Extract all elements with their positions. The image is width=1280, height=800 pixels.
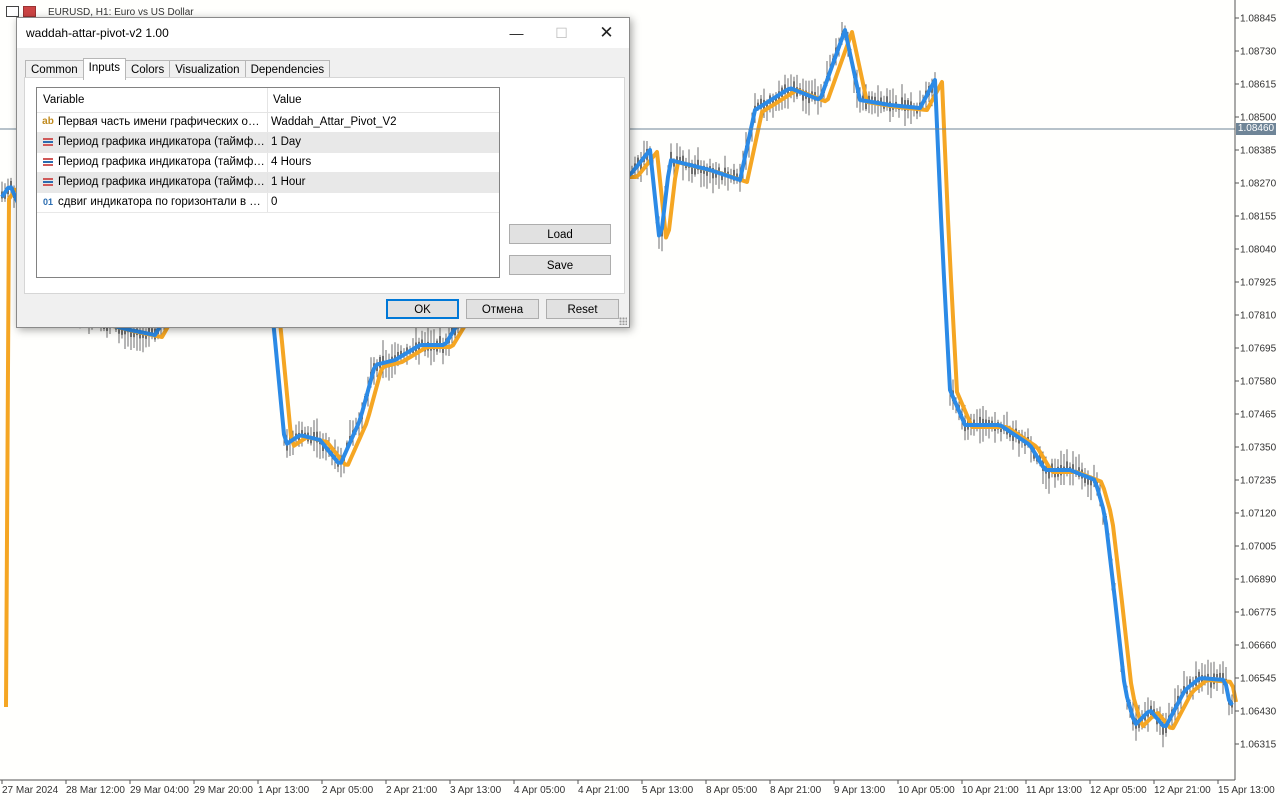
grid-header: Variable Value xyxy=(37,88,499,113)
time-label: 10 Apr 05:00 xyxy=(898,785,955,796)
maximize-icon: ☐ xyxy=(555,24,568,41)
time-label: 4 Apr 05:00 xyxy=(514,785,566,796)
input-name: Период графика индикатора (таймфр... xyxy=(58,136,265,148)
time-label: 11 Apr 13:00 xyxy=(1026,785,1082,796)
trading-icon xyxy=(23,6,36,17)
chart-window-icon xyxy=(6,6,19,17)
input-value[interactable]: 1 Hour xyxy=(271,176,306,188)
minimize-icon: — xyxy=(509,25,524,41)
candle-body xyxy=(301,430,303,434)
ok-button[interactable]: OK xyxy=(386,299,459,319)
time-label: 29 Mar 20:00 xyxy=(194,785,253,796)
time-label: 5 Apr 13:00 xyxy=(642,785,694,796)
enum-type-icon xyxy=(41,175,55,189)
price-label: 1.08615 xyxy=(1240,80,1277,91)
input-value[interactable]: 0 xyxy=(271,196,277,208)
cell-divider xyxy=(267,133,268,152)
candle-body xyxy=(871,96,873,100)
price-label: 1.07465 xyxy=(1240,410,1277,421)
price-label: 1.08270 xyxy=(1240,179,1277,190)
input-name: сдвиг индикатора по горизонтали в б... xyxy=(58,196,265,208)
time-label: 27 Mar 2024 xyxy=(2,785,59,796)
dialog-titlebar[interactable]: waddah-attar-pivot-v2 1.00 — ☐ ✕ xyxy=(17,18,629,48)
time-label: 10 Apr 21:00 xyxy=(962,785,1019,796)
inputs-panel: Variable Value ab Первая часть имени гра… xyxy=(24,77,625,294)
price-label: 1.06315 xyxy=(1240,740,1277,751)
price-label: 1.08845 xyxy=(1240,14,1277,25)
time-label: 2 Apr 21:00 xyxy=(386,785,438,796)
input-row[interactable]: Период графика индикатора (таймфр... 4 H… xyxy=(37,153,499,173)
price-label: 1.06660 xyxy=(1240,641,1277,652)
price-label: 1.07580 xyxy=(1240,377,1277,388)
inputs-grid: Variable Value ab Первая часть имени гра… xyxy=(36,87,500,278)
enum-type-icon xyxy=(41,135,55,149)
price-label: 1.07120 xyxy=(1240,509,1277,520)
dialog-title: waddah-attar-pivot-v2 1.00 xyxy=(26,26,169,40)
save-button[interactable]: Save xyxy=(509,255,611,275)
price-label: 1.06430 xyxy=(1240,707,1277,718)
price-label: 1.07350 xyxy=(1240,443,1277,454)
time-label: 9 Apr 13:00 xyxy=(834,785,886,796)
minimize-button[interactable]: — xyxy=(494,18,539,48)
input-row[interactable]: ab Первая часть имени графических объ...… xyxy=(37,113,499,133)
price-label: 1.06545 xyxy=(1240,674,1277,685)
close-icon: ✕ xyxy=(599,23,614,42)
price-label: 1.08500 xyxy=(1240,113,1277,124)
input-name: Период графика индикатора (таймфр... xyxy=(58,156,265,168)
input-value[interactable]: 1 Day xyxy=(271,136,301,148)
tab-inputs[interactable]: Inputs xyxy=(82,58,126,80)
time-label: 4 Apr 21:00 xyxy=(578,785,630,796)
price-label: 1.08730 xyxy=(1240,47,1277,58)
close-button[interactable]: ✕ xyxy=(584,18,629,48)
time-label: 8 Apr 21:00 xyxy=(770,785,822,796)
time-label: 29 Mar 04:00 xyxy=(130,785,189,796)
time-label: 15 Apr 13:00 xyxy=(1218,785,1275,796)
time-label: 28 Mar 12:00 xyxy=(66,785,125,796)
cell-divider xyxy=(267,153,268,172)
price-label: 1.06775 xyxy=(1240,608,1277,619)
maximize-button: ☐ xyxy=(539,18,584,48)
price-label: 1.08040 xyxy=(1240,245,1277,256)
column-divider[interactable] xyxy=(267,88,268,112)
input-value[interactable]: 4 Hours xyxy=(271,156,311,168)
price-label: 1.07925 xyxy=(1240,278,1277,289)
input-name: Период графика индикатора (таймфр... xyxy=(58,176,265,188)
price-label: 1.08155 xyxy=(1240,212,1277,223)
current-price-label: 1.08460 xyxy=(1236,123,1276,135)
price-label: 1.07005 xyxy=(1240,542,1277,553)
dialog-tabs: Common Inputs Colors Visualization Depen… xyxy=(25,58,331,80)
input-name: Первая часть имени графических объ... xyxy=(58,116,265,128)
price-label: 1.07810 xyxy=(1240,311,1277,322)
time-label: 12 Apr 05:00 xyxy=(1090,785,1147,796)
string-type-icon: ab xyxy=(42,116,54,127)
input-row[interactable]: Период графика индикатора (таймфр... 1 H… xyxy=(37,173,499,193)
cancel-button[interactable]: Отмена xyxy=(466,299,539,319)
enum-type-icon xyxy=(41,155,55,169)
integer-type-icon: 01 xyxy=(42,197,53,207)
time-label: 1 Apr 13:00 xyxy=(258,785,310,796)
price-label: 1.07695 xyxy=(1240,344,1277,355)
cell-divider xyxy=(267,193,268,212)
time-label: 12 Apr 21:00 xyxy=(1154,785,1211,796)
price-label: 1.06890 xyxy=(1240,575,1277,586)
price-label: 1.08385 xyxy=(1240,146,1277,157)
reset-button[interactable]: Reset xyxy=(546,299,619,319)
input-row[interactable]: Период графика индикатора (таймфр... 1 D… xyxy=(37,133,499,153)
time-label: 2 Apr 05:00 xyxy=(322,785,374,796)
candle-body xyxy=(1216,674,1218,678)
time-label: 8 Apr 05:00 xyxy=(706,785,758,796)
cell-divider xyxy=(267,113,268,132)
column-header-variable[interactable]: Variable xyxy=(43,94,84,106)
price-label: 1.07235 xyxy=(1240,476,1277,487)
indicator-properties-dialog: waddah-attar-pivot-v2 1.00 — ☐ ✕ Common … xyxy=(16,17,630,328)
resize-grip-icon[interactable] xyxy=(619,317,627,325)
input-row[interactable]: 01 сдвиг индикатора по горизонтали в б..… xyxy=(37,193,499,213)
input-value[interactable]: Waddah_Attar_Pivot_V2 xyxy=(271,116,397,128)
load-button[interactable]: Load xyxy=(509,224,611,244)
chart-toolbar-icons xyxy=(6,6,36,17)
column-header-value[interactable]: Value xyxy=(273,94,302,106)
candle-body xyxy=(151,328,153,333)
cell-divider xyxy=(267,173,268,192)
time-label: 3 Apr 13:00 xyxy=(450,785,502,796)
